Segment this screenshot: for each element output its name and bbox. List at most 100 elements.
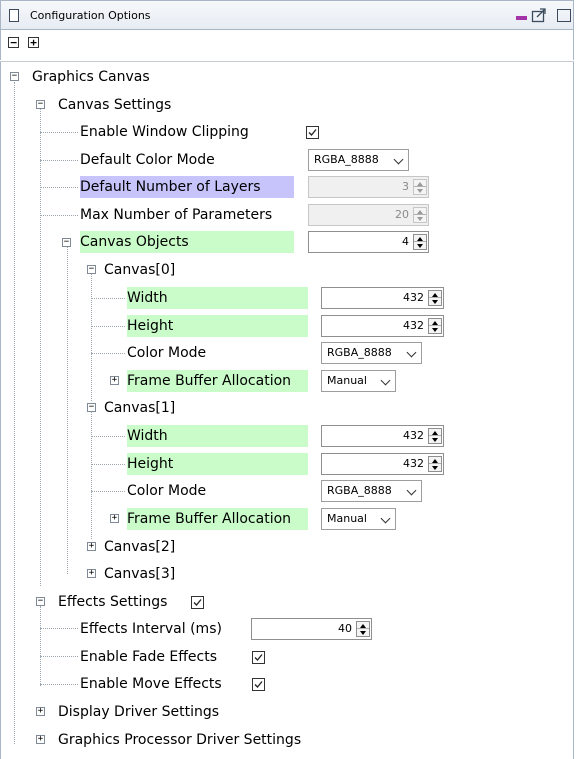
effects-settings-checkbox[interactable] (191, 596, 204, 609)
expand-all-icon[interactable]: + (28, 37, 39, 48)
canvas-0-frame-buffer-allocation-value: Manual (327, 374, 367, 387)
tree-guide (40, 606, 41, 686)
tree-expander-icon[interactable]: + (36, 735, 45, 744)
canvas-1-height-field[interactable]: 432 (321, 453, 444, 475)
tree-guide (91, 412, 92, 539)
tree-expander-icon[interactable]: + (110, 376, 119, 385)
spinner-icon[interactable] (356, 621, 370, 637)
canvas-0-height-field[interactable]: 432 (321, 315, 444, 337)
tree-expander-icon[interactable]: + (36, 707, 45, 716)
canvas-1-frame-buffer-allocation-value: Manual (327, 512, 367, 525)
panel-titlebar: Configuration Options (0, 0, 574, 30)
canvas-0-color-mode-select[interactable]: RGBA_8888 (321, 342, 422, 364)
popout-icon[interactable] (531, 7, 547, 23)
tree-expander-icon[interactable]: + (110, 514, 119, 523)
canvas-0-frame-buffer-allocation-label[interactable]: Frame Buffer Allocation (127, 370, 308, 392)
max-number-of-parameters-value: 20 (395, 208, 409, 221)
enable-window-clipping-checkbox[interactable] (306, 126, 319, 139)
tree-guide (91, 274, 92, 401)
canvas-settings-node[interactable]: Canvas Settings (58, 94, 171, 116)
effects-interval-value: 40 (338, 622, 352, 635)
canvas-1-frame-buffer-allocation-label[interactable]: Frame Buffer Allocation (127, 508, 308, 530)
tree-guide (91, 464, 125, 465)
canvas-0-height-value: 432 (403, 319, 424, 332)
dropdown-chevron-icon (380, 375, 391, 386)
canvas-objects-label[interactable]: Canvas Objects (80, 231, 294, 253)
tree-guide (91, 491, 125, 492)
effects-interval-label: Effects Interval (ms) (80, 621, 222, 637)
enable-move-effects-checkbox[interactable] (252, 678, 265, 691)
canvas-0-frame-buffer-allocation-select[interactable]: Manual (321, 370, 396, 392)
panel-toolbar: − + (0, 30, 574, 60)
canvas-0-color-mode-value: RGBA_8888 (327, 346, 392, 359)
canvas-objects-value: 4 (402, 235, 409, 248)
spinner-icon[interactable] (428, 456, 442, 472)
tree-guide (40, 132, 78, 133)
default-number-of-layers-field: 3 (308, 176, 429, 198)
panel-icon (9, 9, 19, 22)
effects-settings-node[interactable]: Effects Settings (58, 591, 167, 613)
tree-expander-icon[interactable]: − (36, 597, 45, 606)
canvas-0-color-mode-label: Color Mode (127, 345, 207, 361)
canvas-0-width-value: 432 (403, 291, 424, 304)
canvas-1-height-value: 432 (403, 457, 424, 470)
tree-expander-icon[interactable]: − (87, 403, 96, 412)
enable-window-clipping-label: Enable Window Clipping (80, 124, 249, 140)
default-color-mode-label: Default Color Mode (80, 152, 215, 168)
canvas-1-color-mode-value: RGBA_8888 (327, 484, 392, 497)
dropdown-chevron-icon (393, 154, 404, 165)
canvas-2-node[interactable]: Canvas[2] (104, 536, 175, 558)
tree-guide (14, 82, 15, 744)
default-number-of-layers-label: Default Number of Layers (80, 176, 294, 198)
graphics-processor-driver-settings-node[interactable]: Graphics Processor Driver Settings (58, 729, 301, 751)
canvas-1-frame-buffer-allocation-select[interactable]: Manual (321, 508, 396, 530)
default-color-mode-select[interactable]: RGBA_8888 (308, 149, 409, 171)
graphics-canvas-node[interactable]: Graphics Canvas (32, 66, 150, 88)
canvas-1-height-label: Height (127, 453, 308, 475)
canvas-0-node[interactable]: Canvas[0] (104, 259, 175, 281)
canvas-1-color-mode-label: Color Mode (127, 483, 207, 499)
tree-expander-icon[interactable]: − (62, 238, 71, 247)
display-driver-settings-node[interactable]: Display Driver Settings (58, 701, 219, 723)
canvas-1-width-field[interactable]: 432 (321, 425, 444, 447)
spinner-icon (413, 179, 427, 195)
tree-guide (40, 628, 78, 629)
enable-fade-effects-label: Enable Fade Effects (80, 649, 218, 665)
max-number-of-parameters-field: 20 (308, 204, 429, 226)
tree-expander-icon[interactable]: − (36, 100, 45, 109)
spinner-icon[interactable] (428, 318, 442, 334)
canvas-0-width-field[interactable]: 432 (321, 287, 444, 309)
collapse-all-icon[interactable]: − (8, 37, 19, 48)
tree-expander-icon[interactable]: + (87, 542, 96, 551)
enable-move-effects-label: Enable Move Effects (80, 676, 222, 692)
tree-expander-icon[interactable]: − (10, 72, 19, 81)
tree-guide (40, 187, 78, 188)
spinner-icon[interactable] (413, 234, 427, 250)
canvas-1-width-value: 432 (403, 429, 424, 442)
effects-interval-field[interactable]: 40 (251, 618, 372, 640)
tree-expander-icon[interactable]: − (87, 265, 96, 274)
spinner-icon[interactable] (428, 428, 442, 444)
tree-guide (91, 298, 125, 299)
canvas-1-node[interactable]: Canvas[1] (104, 397, 175, 419)
default-number-of-layers-value: 3 (402, 180, 409, 193)
maximize-icon[interactable] (557, 9, 571, 22)
options-tree: − Graphics Canvas − Canvas Settings Enab… (0, 62, 574, 759)
tree-guide (40, 215, 78, 216)
dropdown-chevron-icon (406, 347, 417, 358)
spinner-icon[interactable] (428, 290, 442, 306)
tree-guide (91, 353, 125, 354)
enable-fade-effects-checkbox[interactable] (252, 651, 265, 664)
tree-expander-icon[interactable]: + (87, 569, 96, 578)
canvas-3-node[interactable]: Canvas[3] (104, 563, 175, 585)
tree-guide (40, 160, 78, 161)
canvas-objects-field[interactable]: 4 (308, 231, 429, 253)
panel-title: Configuration Options (30, 9, 151, 22)
tree-guide (67, 247, 68, 574)
tree-guide (91, 436, 125, 437)
dropdown-chevron-icon (406, 485, 417, 496)
minimize-icon[interactable] (516, 16, 527, 20)
canvas-1-color-mode-select[interactable]: RGBA_8888 (321, 480, 422, 502)
tree-guide (40, 684, 78, 685)
tree-guide (91, 326, 125, 327)
